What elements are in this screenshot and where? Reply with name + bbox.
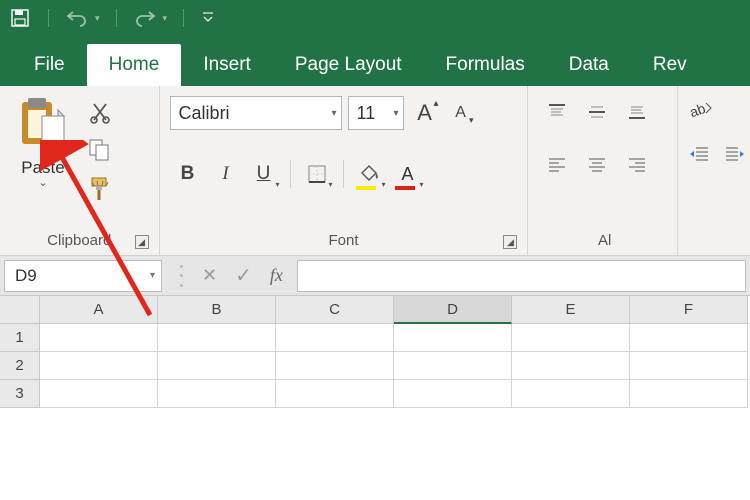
cell[interactable] xyxy=(394,324,512,352)
cell[interactable] xyxy=(276,352,394,380)
cell-reference: D9 xyxy=(15,266,37,286)
group-label-alignment: Al xyxy=(542,229,667,253)
cell[interactable] xyxy=(158,352,276,380)
col-header-a[interactable]: A xyxy=(40,296,158,324)
cell[interactable] xyxy=(512,380,630,408)
redo-icon[interactable] xyxy=(133,6,157,30)
cell[interactable] xyxy=(158,380,276,408)
paste-icon[interactable] xyxy=(18,96,68,156)
redo-dropdown-icon[interactable]: ▾ xyxy=(163,13,168,24)
group-label-clipboard: Clipboard ◢ xyxy=(10,229,149,253)
borders-icon[interactable]: ▾ xyxy=(299,156,335,192)
cell[interactable] xyxy=(394,352,512,380)
fill-color-icon[interactable]: ▾ xyxy=(352,156,388,192)
cell[interactable] xyxy=(630,352,748,380)
copy-icon[interactable] xyxy=(86,136,114,164)
font-name-value: Calibri xyxy=(179,103,230,124)
col-header-e[interactable]: E xyxy=(512,296,630,324)
clipboard-launcher-icon[interactable]: ◢ xyxy=(135,235,149,249)
ribbon-tabs: File Home Insert Page Layout Formulas Da… xyxy=(0,36,750,86)
cell[interactable] xyxy=(158,324,276,352)
tab-formulas[interactable]: Formulas xyxy=(424,44,547,86)
row-header-1[interactable]: 1 xyxy=(0,324,40,352)
group-clipboard: Paste ⌄ Clipboard ◢ xyxy=(0,86,160,255)
font-color-icon[interactable]: A ▾ xyxy=(390,156,426,192)
select-all-corner[interactable] xyxy=(0,296,40,324)
insert-function-icon[interactable]: fx xyxy=(270,265,283,286)
undo-dropdown-icon[interactable]: ▾ xyxy=(95,13,100,24)
cell[interactable] xyxy=(512,324,630,352)
formula-input[interactable] xyxy=(297,260,746,292)
chevron-down-icon: ▾ xyxy=(150,270,155,281)
name-box[interactable]: D9 ▾ xyxy=(4,260,162,292)
decrease-font-icon[interactable]: A▾ xyxy=(446,96,476,130)
col-header-d[interactable]: D xyxy=(394,296,512,324)
font-launcher-icon[interactable]: ◢ xyxy=(503,235,517,249)
align-middle-icon[interactable] xyxy=(582,98,612,126)
customize-qat-icon[interactable] xyxy=(200,6,216,30)
row-header-3[interactable]: 3 xyxy=(0,380,40,408)
orientation-icon[interactable]: ab xyxy=(684,96,718,124)
cell[interactable] xyxy=(40,352,158,380)
spreadsheet-grid: A B C D E F 1 2 3 xyxy=(0,296,750,408)
drag-handle-icon[interactable] xyxy=(180,265,184,287)
align-left-icon[interactable] xyxy=(542,150,572,178)
cell[interactable] xyxy=(276,324,394,352)
qat-divider xyxy=(48,9,49,27)
quick-access-toolbar: ▾ ▾ xyxy=(8,6,216,30)
enter-icon[interactable]: ✓ xyxy=(235,263,252,288)
formula-bar: D9 ▾ ✕ ✓ fx xyxy=(0,256,750,296)
col-header-f[interactable]: F xyxy=(630,296,748,324)
tab-data[interactable]: Data xyxy=(547,44,631,86)
cell[interactable] xyxy=(512,352,630,380)
title-bar: ▾ ▾ xyxy=(0,0,750,36)
col-header-c[interactable]: C xyxy=(276,296,394,324)
cell[interactable] xyxy=(630,324,748,352)
increase-indent-icon[interactable] xyxy=(720,140,750,168)
row-header-2[interactable]: 2 xyxy=(0,352,40,380)
align-top-icon[interactable] xyxy=(542,98,572,126)
separator xyxy=(290,160,291,188)
tab-review[interactable]: Rev xyxy=(631,44,693,86)
format-painter-icon[interactable] xyxy=(86,174,114,202)
chevron-down-icon: ▾ xyxy=(388,108,399,119)
cell[interactable] xyxy=(276,380,394,408)
italic-button[interactable]: I xyxy=(208,156,244,192)
paste-label[interactable]: Paste xyxy=(21,158,64,178)
undo-icon[interactable] xyxy=(65,6,89,30)
decrease-indent-icon[interactable] xyxy=(684,140,714,168)
font-size-value: 11 xyxy=(357,103,376,124)
increase-font-icon[interactable]: A▴ xyxy=(410,96,440,130)
tab-home[interactable]: Home xyxy=(87,44,182,86)
font-size-combo[interactable]: 11 ▾ xyxy=(348,96,404,130)
group-label-font: Font ◢ xyxy=(170,229,518,253)
cell[interactable] xyxy=(40,324,158,352)
align-right-icon[interactable] xyxy=(622,150,652,178)
cell[interactable] xyxy=(40,380,158,408)
cell[interactable] xyxy=(394,380,512,408)
paste-dropdown-icon[interactable]: ⌄ xyxy=(38,176,47,189)
col-header-b[interactable]: B xyxy=(158,296,276,324)
qat-divider-3 xyxy=(183,9,184,27)
align-bottom-icon[interactable] xyxy=(622,98,652,126)
align-center-icon[interactable] xyxy=(582,150,612,178)
cancel-icon[interactable]: ✕ xyxy=(202,265,217,286)
tab-insert[interactable]: Insert xyxy=(181,44,273,86)
chevron-down-icon: ▾ xyxy=(326,108,337,119)
separator xyxy=(343,160,344,188)
group-alignment: Al xyxy=(528,86,678,255)
save-icon[interactable] xyxy=(8,6,32,30)
tab-file[interactable]: File xyxy=(12,44,87,86)
bold-button[interactable]: B xyxy=(170,156,206,192)
font-name-combo[interactable]: Calibri ▾ xyxy=(170,96,342,130)
cut-icon[interactable] xyxy=(86,98,114,126)
ribbon: Paste ⌄ Clipboard ◢ xyxy=(0,86,750,256)
cell[interactable] xyxy=(630,380,748,408)
qat-divider-2 xyxy=(116,9,117,27)
underline-button[interactable]: U▾ xyxy=(246,156,282,192)
group-font: Calibri ▾ 11 ▾ A▴ A▾ B I U▾ xyxy=(160,86,529,255)
svg-text:ab: ab xyxy=(688,100,708,120)
group-alignment-extra: ab xyxy=(678,86,750,255)
tab-page-layout[interactable]: Page Layout xyxy=(273,44,424,86)
